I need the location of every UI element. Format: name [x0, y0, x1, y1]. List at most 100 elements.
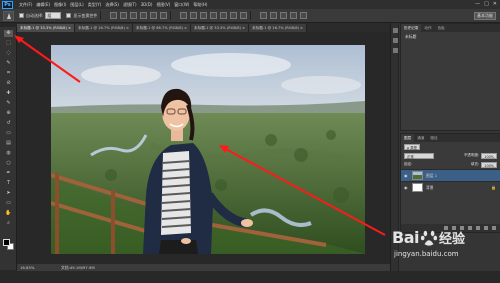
document-tab-bar: 未标题-1 @ 33.3% (RGB/8) × 未标题-1 @ 16.7% (RG… — [17, 23, 390, 32]
move-tool-preset-icon[interactable] — [3, 10, 14, 21]
auto-select-dropdown[interactable]: 组 — [45, 12, 62, 19]
menu-item[interactable]: 视图(V) — [156, 0, 170, 9]
align-middle-icon[interactable] — [120, 12, 128, 19]
document-tab[interactable]: 未标题-1 @ 66.7% (RGB/8) × — [133, 24, 192, 32]
distribute-bottom-icon[interactable] — [200, 12, 208, 19]
align-bottom-icon[interactable] — [130, 12, 138, 19]
foreground-color-swatch[interactable] — [3, 239, 10, 246]
3d-roll-icon[interactable] — [270, 12, 278, 19]
gradient-tool-icon[interactable]: ▤ — [4, 140, 13, 147]
document-tab[interactable]: 未标题-1 @ 33.3% (RGB/8) × — [17, 24, 76, 32]
lasso-tool-icon[interactable]: ◌ — [4, 50, 13, 57]
properties-panel-icon[interactable] — [392, 38, 398, 43]
options-divider — [100, 11, 102, 20]
clone-tool-icon[interactable]: ⊕ — [4, 110, 13, 117]
menu-item[interactable]: 3D(D) — [141, 0, 153, 9]
blur-tool-icon[interactable]: ◍ — [4, 150, 13, 157]
brush-tool-icon[interactable]: ✎ — [4, 100, 13, 107]
document-tab[interactable]: 未标题-1 @ 16.7% (RGB/8) × — [249, 24, 308, 32]
document-image[interactable] — [51, 45, 365, 254]
menu-item[interactable]: 滤镜(T) — [123, 0, 137, 9]
fill-input[interactable]: 100% — [481, 161, 497, 168]
layers-panel: 图层 通道 路径 ρ 类型 正常 不透明度: 100% 锁定: 填充: 100%… — [400, 133, 500, 233]
menu-item[interactable]: 文件(F) — [19, 0, 32, 9]
eyedropper-tool-icon[interactable]: ⊘ — [4, 80, 13, 87]
tab-swatches[interactable]: 色板 — [435, 24, 448, 32]
distribute-center-icon[interactable] — [220, 12, 228, 19]
3d-drag-icon[interactable] — [280, 12, 288, 19]
tab-history[interactable]: 历史记录 — [401, 24, 422, 32]
history-panel-icon[interactable] — [392, 28, 398, 33]
align-top-icon[interactable] — [110, 12, 118, 19]
pen-tool-icon[interactable]: ✒ — [4, 170, 13, 177]
auto-select-checkbox[interactable] — [19, 13, 24, 18]
document-size[interactable]: 文档:49.1M/97.9M — [61, 264, 95, 271]
quick-select-tool-icon[interactable]: ✎ — [4, 60, 13, 67]
distribute-middle-icon[interactable] — [190, 12, 198, 19]
layer-row-background[interactable]: ◉ 背景 🔒 — [401, 181, 500, 193]
opacity-input[interactable]: 100% — [481, 152, 497, 159]
align-center-icon[interactable] — [150, 12, 158, 19]
auto-select-label: 自动选择: — [26, 12, 44, 18]
distribute-left-icon[interactable] — [210, 12, 218, 19]
workspace-switcher[interactable]: 基本功能 — [474, 12, 496, 20]
move-tool-icon[interactable]: ✥ — [4, 30, 13, 37]
tab-paths[interactable]: 路径 — [427, 134, 440, 142]
maximize-button[interactable]: □ — [484, 0, 489, 9]
zoom-tool-icon[interactable]: ⌕ — [4, 220, 13, 227]
visibility-eye-icon[interactable]: ◉ — [404, 173, 409, 178]
path-select-tool-icon[interactable]: ➤ — [4, 190, 13, 197]
dodge-tool-icon[interactable]: ○ — [4, 160, 13, 167]
history-brush-tool-icon[interactable]: ↺ — [4, 120, 13, 127]
crop-tool-icon[interactable]: ⌗ — [4, 70, 13, 77]
fill-label: 填充: — [470, 162, 480, 166]
history-snapshot[interactable]: 未标题 — [401, 32, 500, 42]
layers-filter-row: ρ 类型 — [401, 142, 500, 151]
minimize-button[interactable]: — — [475, 0, 480, 9]
visibility-eye-icon[interactable]: ◉ — [404, 185, 409, 190]
landscape-photo — [51, 45, 365, 254]
character-panel-icon[interactable] — [392, 48, 398, 53]
document-tab[interactable]: 未标题-1 @ 33.3% (RGB/8) × — [191, 24, 250, 32]
marquee-tool-icon[interactable]: ⬚ — [4, 40, 13, 47]
menu-item[interactable]: 图层(L) — [70, 0, 83, 9]
tab-layers[interactable]: 图层 — [401, 134, 415, 142]
menu-item[interactable]: 图像(I) — [54, 0, 66, 9]
menu-item[interactable]: 帮助(H) — [193, 0, 207, 9]
tools-panel: ✥ ⬚ ◌ ✎ ⌗ ⊘ ✚ ✎ ⊕ ↺ ▭ ▤ ◍ ○ ✒ T ➤ ▭ ✋ ⌕ — [0, 27, 17, 270]
zoom-readout[interactable]: 16.85% — [20, 264, 34, 271]
align-left-icon[interactable] — [140, 12, 148, 19]
menu-item[interactable]: 选择(S) — [105, 0, 119, 9]
layer-name[interactable]: 图层 1 — [426, 173, 437, 179]
distribute-right-icon[interactable] — [230, 12, 238, 19]
document-tab[interactable]: 未标题-1 @ 16.7% (RGB/8) × — [75, 24, 134, 32]
distribute-buttons — [180, 12, 248, 19]
menu-item[interactable]: 窗口(W) — [174, 0, 189, 9]
color-swatches[interactable] — [3, 239, 15, 251]
menu-item[interactable]: 编辑(E) — [36, 0, 50, 9]
layer-kind-filter[interactable]: ρ 类型 — [404, 143, 421, 150]
opacity-label: 不透明度: — [463, 153, 480, 157]
close-button[interactable]: ✕ — [493, 0, 497, 9]
auto-align-icon[interactable] — [240, 12, 248, 19]
hand-tool-icon[interactable]: ✋ — [4, 210, 13, 217]
align-right-icon[interactable] — [160, 12, 168, 19]
3d-slide-icon[interactable] — [290, 12, 298, 19]
layers-lock-row: 锁定: 填充: 100% — [401, 160, 500, 169]
distribute-top-icon[interactable] — [180, 12, 188, 19]
3d-rotate-icon[interactable] — [260, 12, 268, 19]
tab-channels[interactable]: 通道 — [414, 134, 427, 142]
canvas-area[interactable] — [17, 32, 390, 264]
type-tool-icon[interactable]: T — [4, 180, 13, 187]
healing-tool-icon[interactable]: ✚ — [4, 90, 13, 97]
history-panel-tabs: 历史记录 动作 色板 — [401, 24, 500, 32]
eraser-tool-icon[interactable]: ▭ — [4, 130, 13, 137]
3d-scale-icon[interactable] — [300, 12, 308, 19]
shape-tool-icon[interactable]: ▭ — [4, 200, 13, 207]
menu-item[interactable]: 类型(Y) — [88, 0, 102, 9]
tab-actions[interactable]: 动作 — [421, 24, 434, 32]
layer-name[interactable]: 背景 — [426, 185, 434, 191]
blend-mode-select[interactable]: 正常 — [404, 152, 434, 159]
layer-row-layer-1[interactable]: ◉ 图层 1 — [401, 169, 500, 181]
show-transform-checkbox[interactable] — [66, 13, 72, 18]
